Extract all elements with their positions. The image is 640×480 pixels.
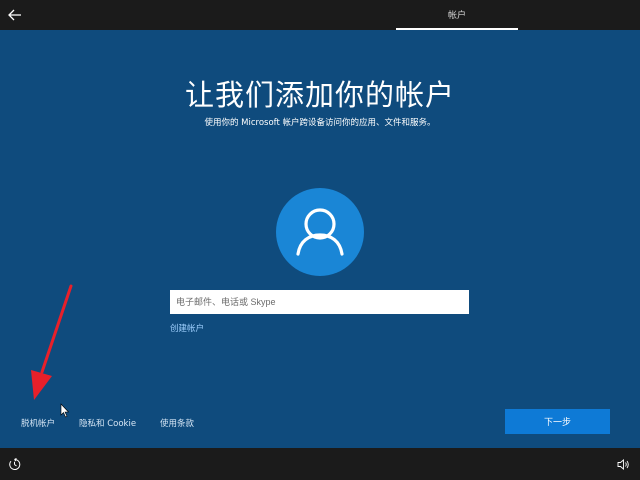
- next-button[interactable]: 下一步: [505, 409, 610, 434]
- page-title: 让我们添加你的帐户: [0, 72, 640, 114]
- terms-of-use-link[interactable]: 使用条款: [160, 417, 194, 429]
- tab-account[interactable]: 帐户: [396, 0, 518, 30]
- volume-icon[interactable]: [617, 458, 630, 471]
- avatar: [276, 188, 364, 276]
- user-avatar-icon: [276, 188, 364, 276]
- email-field[interactable]: [170, 290, 469, 314]
- ease-of-access-icon[interactable]: [8, 458, 21, 471]
- bottom-bar: [0, 448, 640, 480]
- offline-account-link[interactable]: 脱机帐户: [21, 417, 55, 429]
- create-account-link[interactable]: 创建帐户: [170, 322, 204, 334]
- privacy-cookie-link[interactable]: 隐私和 Cookie: [79, 417, 136, 429]
- page-subtitle: 使用你的 Microsoft 帐户跨设备访问你的应用、文件和服务。: [0, 116, 640, 128]
- back-button[interactable]: [4, 4, 26, 26]
- top-bar: 帐户: [0, 0, 640, 30]
- back-arrow-icon: [8, 9, 22, 21]
- main-panel: 让我们添加你的帐户 使用你的 Microsoft 帐户跨设备访问你的应用、文件和…: [0, 30, 640, 448]
